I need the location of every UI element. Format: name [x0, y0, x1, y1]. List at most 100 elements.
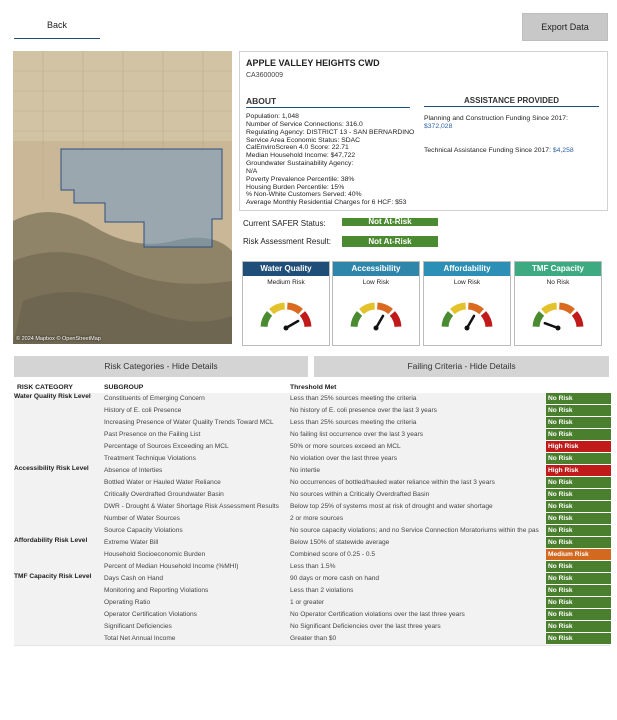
planning-funding-value: $372,028 [424, 123, 453, 130]
safer-status-label: Current SAFER Status: [243, 219, 326, 228]
risk-gauge [260, 302, 312, 331]
about-line: Poverty Prevalence Percentile: 38% [246, 175, 355, 183]
risk-badge: No Risk [546, 597, 611, 608]
risk-category-cell [14, 525, 100, 537]
threshold-cell: No violation over the last three years [290, 453, 546, 465]
threshold-cell: No source capacity violations; and no Se… [290, 525, 546, 537]
subgroup-cell: Increasing Presence of Water Quality Tre… [100, 417, 294, 429]
risk-categories-toggle[interactable]: Risk Categories - Hide Details [14, 356, 308, 377]
about-line: Groundwater Sustainability Agency: [246, 160, 354, 168]
threshold-cell: Less than 2 violations [290, 585, 546, 597]
about-line: % Non-White Customers Served: 40% [246, 191, 362, 199]
subgroup-cell: Absence of Interties [100, 465, 294, 477]
about-line: Housing Burden Percentile: 15% [246, 183, 345, 191]
subgroup-cell: Past Presence on the Failing List [100, 429, 294, 441]
about-details: Population: 1,048 Number of Service Conn… [246, 113, 414, 207]
risk-badge: No Risk [546, 405, 611, 416]
threshold-cell: Below 150% of statewide average [290, 537, 546, 549]
system-name: APPLE VALLEY HEIGHTS CWD [246, 58, 380, 68]
technical-funding: Technical Assistance Funding Since 2017:… [424, 147, 574, 155]
planning-funding: Planning and Construction Funding Since … [424, 115, 568, 131]
risk-badge: No Risk [546, 429, 611, 440]
about-line: Average Monthly Residential Charges for … [246, 199, 407, 207]
risk-category-cell [14, 633, 100, 645]
risk-badge: No Risk [546, 453, 611, 464]
risk-category-cell [14, 513, 100, 525]
threshold-cell: No failing list occurrence over the last… [290, 429, 546, 441]
back-button[interactable]: Back [14, 12, 100, 39]
risk-result-badge: Not At-Risk [342, 236, 438, 247]
about-line: Service Area Economic Status: SDAC [246, 136, 361, 144]
risk-category-cell [14, 609, 100, 621]
risk-category-cell [14, 549, 100, 561]
gauge-segment [350, 311, 363, 328]
tmf-capacity-card[interactable]: TMF Capacity No Risk [514, 261, 602, 346]
risk-badge: No Risk [546, 537, 611, 548]
card-title: TMF Capacity [515, 262, 601, 276]
threshold-cell: Greater than $0 [290, 633, 546, 645]
system-info-panel: APPLE VALLEY HEIGHTS CWD CA3600009 ABOUT… [239, 51, 608, 211]
header-risk-category: RISK CATEGORY [17, 384, 73, 391]
about-line: N/A [246, 167, 258, 175]
gauge-segment [480, 311, 493, 328]
affordability-card[interactable]: Affordability Low Risk [423, 261, 511, 346]
gauge-segment [260, 311, 273, 328]
subgroup-cell: Number of Water Sources [100, 513, 294, 525]
subgroup-cell: Days Cash on Hand [100, 573, 294, 585]
failing-criteria-toggle[interactable]: Failing Criteria - Hide Details [314, 356, 609, 377]
threshold-cell: No sources within a Critically Overdraft… [290, 489, 546, 501]
subgroup-cell: Treatment Technique Violations [100, 453, 294, 465]
threshold-cell: No Significant Deficiencies over the las… [290, 621, 546, 633]
card-risk-level: Low Risk [362, 279, 390, 286]
service-area-map[interactable]: © 2024 Mapbox © OpenStreetMap [13, 51, 232, 344]
gauge-segment [450, 302, 467, 315]
about-heading: ABOUT [246, 96, 410, 108]
satellite-imagery [13, 51, 232, 344]
risk-badge: No Risk [546, 525, 611, 536]
risk-category-cell [14, 621, 100, 633]
risk-category-cell: Affordability Risk Level [14, 537, 100, 549]
header-subgroup: SUBGROUP [104, 384, 144, 391]
risk-badge: No Risk [546, 585, 611, 596]
gauge-segment [286, 302, 303, 315]
water-quality-card[interactable]: Water Quality Medium Risk [242, 261, 330, 346]
risk-badge: No Risk [546, 573, 611, 584]
gauge-segment [558, 302, 575, 315]
threshold-cell: No Operator Certification violations ove… [290, 609, 546, 621]
export-data-button[interactable]: Export Data [522, 13, 608, 41]
risk-category-cell [14, 597, 100, 609]
subgroup-cell: Operator Certification Violations [100, 609, 294, 621]
map-credit: © 2024 Mapbox © OpenStreetMap [16, 336, 101, 342]
risk-category-cell [14, 477, 100, 489]
gauge-segment [441, 311, 454, 328]
gauge-segment [359, 302, 376, 315]
risk-badge: No Risk [546, 393, 611, 404]
header-threshold: Threshold Met [290, 384, 337, 391]
risk-badge: No Risk [546, 609, 611, 620]
card-risk-level: Low Risk [453, 279, 481, 286]
gauge-segment [467, 302, 484, 315]
threshold-cell: No intertie [290, 465, 546, 477]
about-line: Regulating Agency: DISTRICT 13 - SAN BER… [246, 128, 415, 136]
risk-badge: No Risk [546, 501, 611, 512]
card-risk-level: Medium Risk [267, 279, 305, 286]
about-line: Population: 1,048 [246, 113, 299, 120]
subgroup-cell: History of E. coli Presence [100, 405, 294, 417]
risk-category-cell: Accessibility Risk Level [14, 465, 100, 477]
threshold-cell: Below top 25% of systems most at risk of… [290, 501, 546, 513]
risk-gauge [441, 302, 493, 331]
accessibility-card[interactable]: Accessibility Low Risk [332, 261, 420, 346]
subgroup-cell: Total Net Annual Income [100, 633, 294, 645]
card-title: Accessibility [333, 262, 419, 276]
gauge-hub [373, 325, 379, 331]
gauge-segment [376, 302, 393, 315]
risk-category-cell [14, 405, 100, 417]
about-line: Median Household Income: $47,722 [246, 152, 356, 160]
subgroup-cell: Bottled Water or Hauled Water Reliance [100, 477, 294, 489]
risk-badge: No Risk [546, 477, 611, 488]
risk-category-cell: TMF Capacity Risk Level [14, 573, 100, 585]
threshold-cell: 1 or greater [290, 597, 546, 609]
technical-funding-label: Technical Assistance Funding Since 2017: [424, 147, 551, 154]
table-row: Total Net Annual Income Greater than $0 No… [14, 633, 611, 646]
threshold-cell: 50% or more sources exceed an MCL [290, 441, 546, 453]
